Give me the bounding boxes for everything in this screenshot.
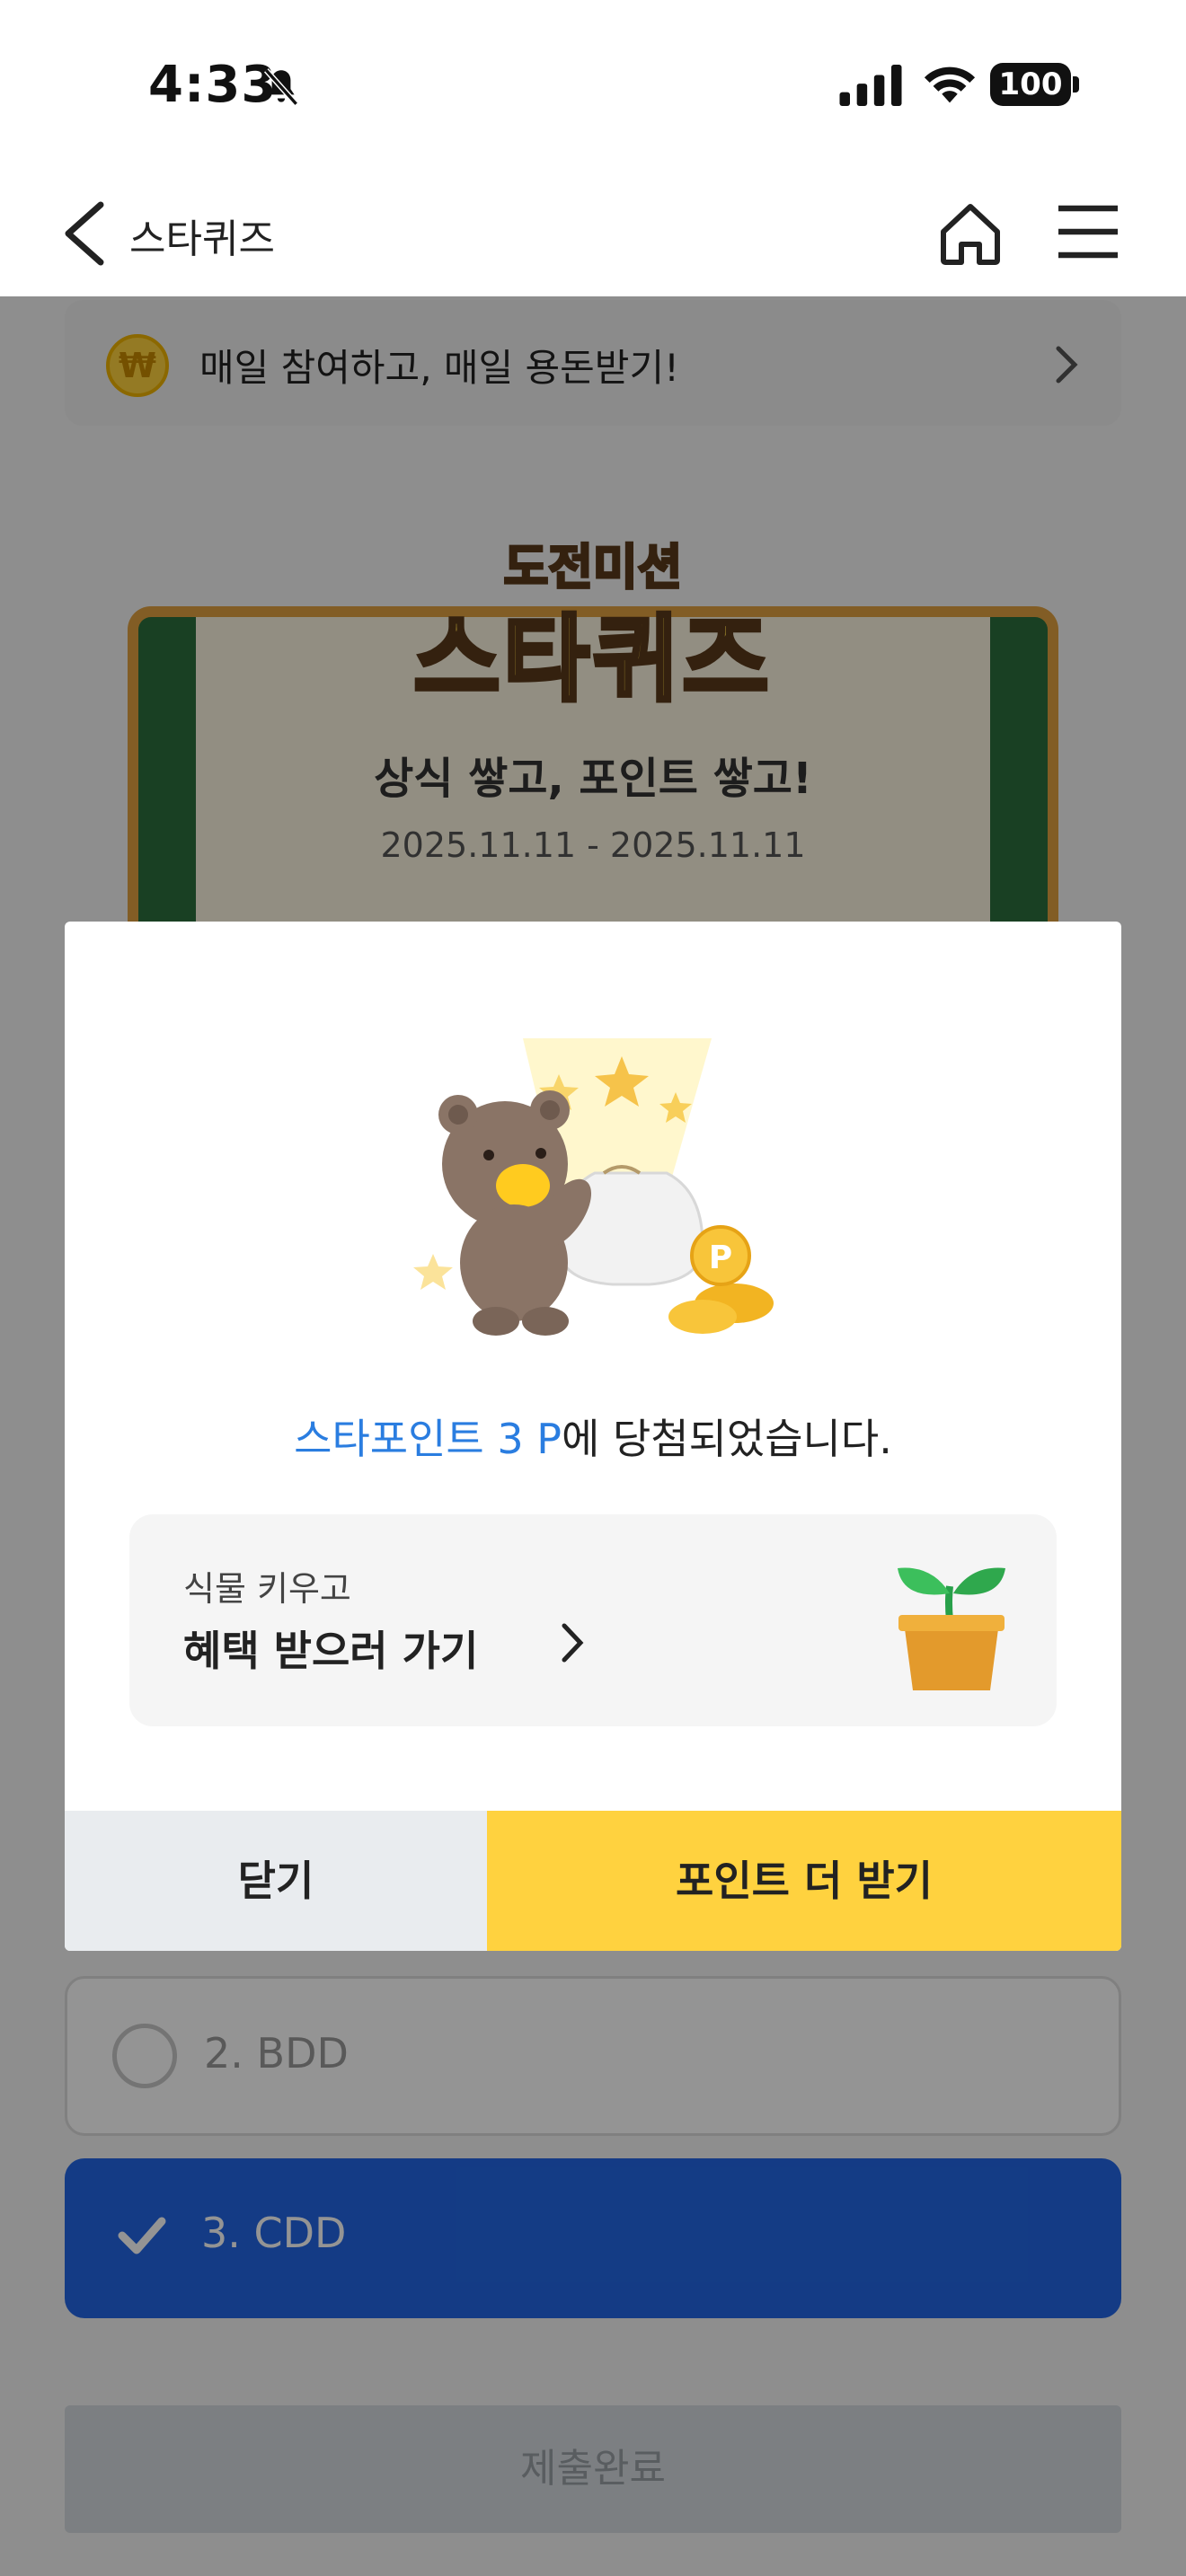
home-icon[interactable] bbox=[934, 198, 1006, 269]
benefit-link: 혜택 받으러 가기 bbox=[183, 1627, 479, 1675]
more-points-button[interactable]: 포인트 더 받기 bbox=[487, 1811, 1121, 1951]
battery-level: 100 bbox=[990, 63, 1071, 106]
win-points: 스타포인트 3 P bbox=[294, 1415, 562, 1463]
sprout-pot-icon bbox=[898, 1567, 1005, 1690]
back-icon[interactable] bbox=[58, 199, 111, 268]
svg-text:P: P bbox=[709, 1239, 732, 1276]
wifi-icon bbox=[924, 66, 976, 103]
bell-muted-icon bbox=[263, 68, 299, 106]
menu-icon[interactable] bbox=[1057, 203, 1120, 260]
close-button[interactable]: 닫기 bbox=[65, 1811, 487, 1951]
status-bar: 4:33 100 bbox=[0, 0, 1186, 171]
benefit-subtitle: 식물 키우고 bbox=[183, 1569, 351, 1609]
signal-icon bbox=[839, 65, 902, 106]
bear-reward-illustration: P bbox=[413, 1038, 774, 1336]
reward-modal: P 스타포인트 3 P에 당첨되었습니다. 식물 키우고 혜택 받으러 가기 닫… bbox=[65, 922, 1121, 1951]
benefit-card[interactable]: 식물 키우고 혜택 받으러 가기 bbox=[129, 1514, 1057, 1726]
win-message-rest: 에 당첨되었습니다. bbox=[562, 1415, 892, 1463]
app-header: 스타퀴즈 bbox=[0, 171, 1186, 296]
chevron-right-icon bbox=[562, 1623, 584, 1663]
status-time: 4:33 bbox=[148, 56, 278, 114]
battery-icon: 100 bbox=[990, 63, 1080, 106]
win-message: 스타포인트 3 P에 당첨되었습니다. bbox=[65, 1407, 1121, 1466]
page-title: 스타퀴즈 bbox=[129, 216, 275, 262]
